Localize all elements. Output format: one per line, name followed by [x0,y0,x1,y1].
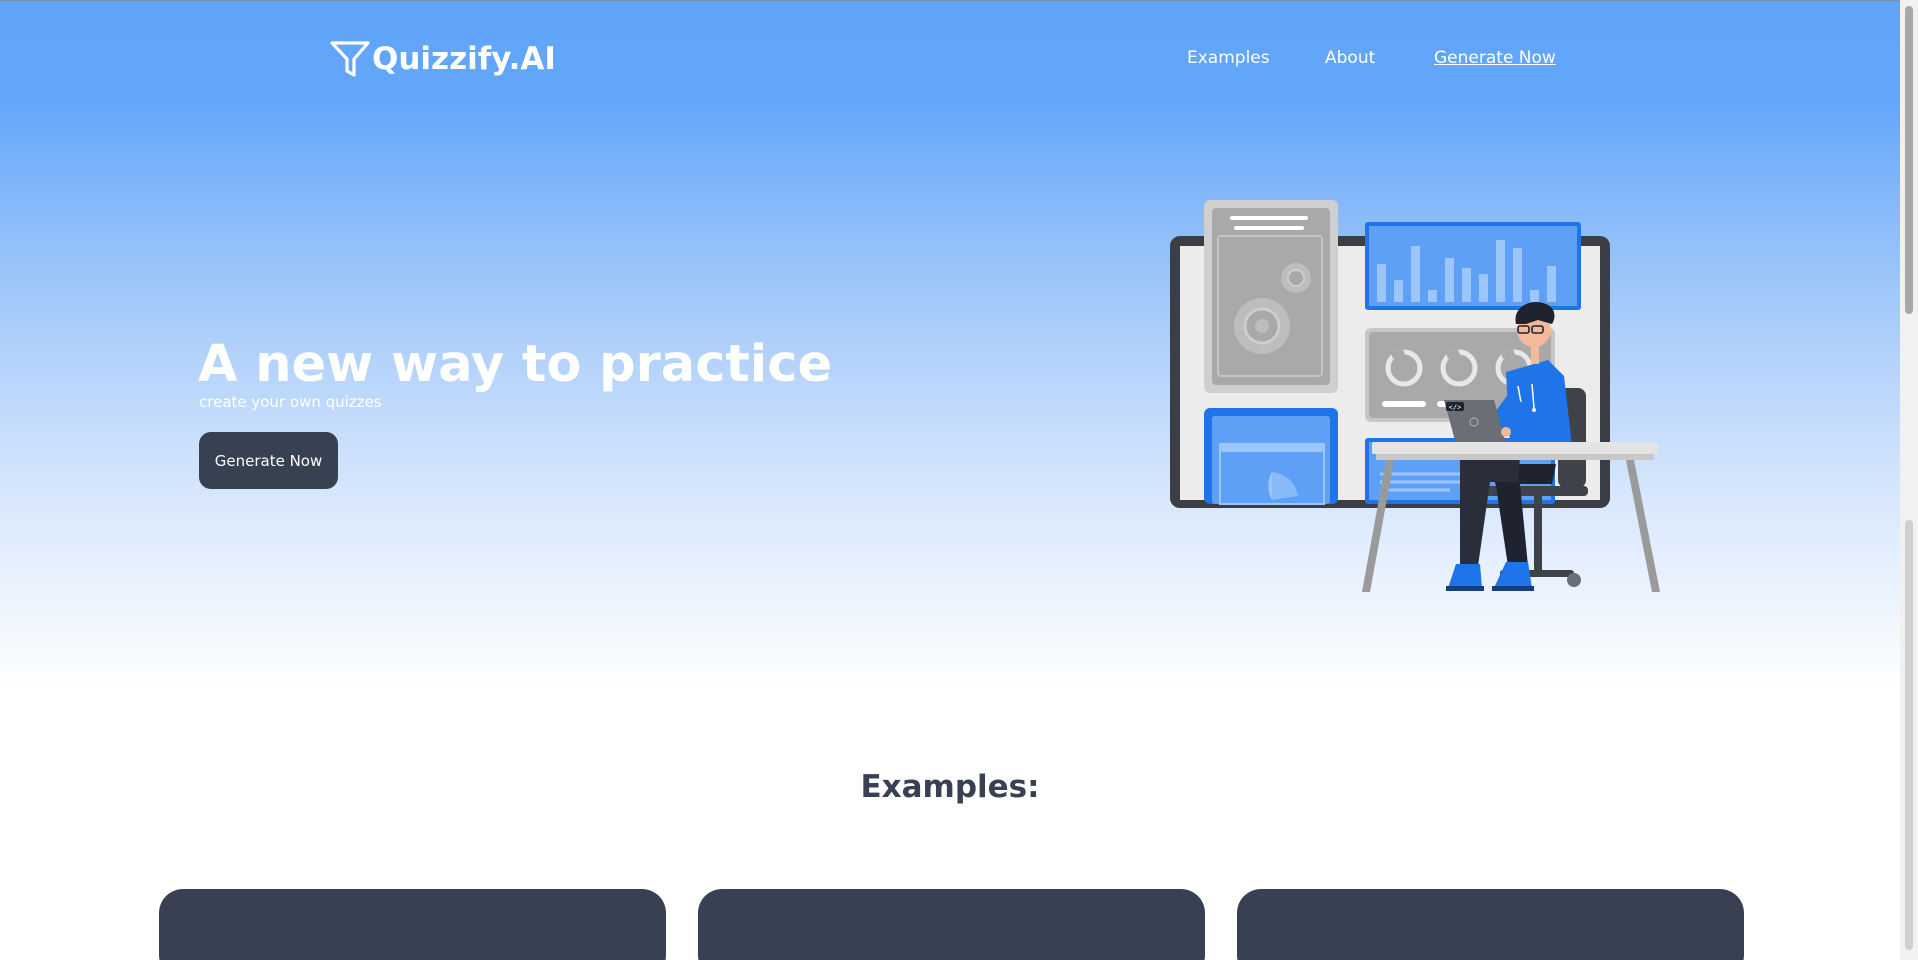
logo-text: Quizzify.AI [372,41,556,77]
example-card[interactable] [698,889,1205,960]
logo-link[interactable]: Quizzify.AI [328,37,556,81]
scrollbar[interactable] [1900,0,1918,960]
svg-text:</>: </> [1449,404,1462,412]
funnel-icon [330,41,370,77]
generate-now-button[interactable]: Generate Now [199,432,338,489]
scrollbar-thumb[interactable] [1905,6,1913,314]
nav-about-link[interactable]: About [1325,48,1375,68]
hero-section: Quizzify.AI Examples About Generate Now … [0,1,1900,691]
scrollbar-track-lower [1905,520,1913,950]
example-card[interactable] [159,889,666,960]
hero-subtitle: create your own quizzes [199,393,382,411]
examples-heading: Examples: [860,769,1040,805]
page: Quizzify.AI Examples About Generate Now … [0,0,1918,960]
nav-examples-link[interactable]: Examples [1187,48,1270,68]
example-card[interactable] [1237,889,1744,960]
developer-dashboard-illustration: </> [1170,200,1660,592]
hero-title: A new way to practice [198,335,833,394]
nav-generate-link[interactable]: Generate Now [1434,48,1556,68]
